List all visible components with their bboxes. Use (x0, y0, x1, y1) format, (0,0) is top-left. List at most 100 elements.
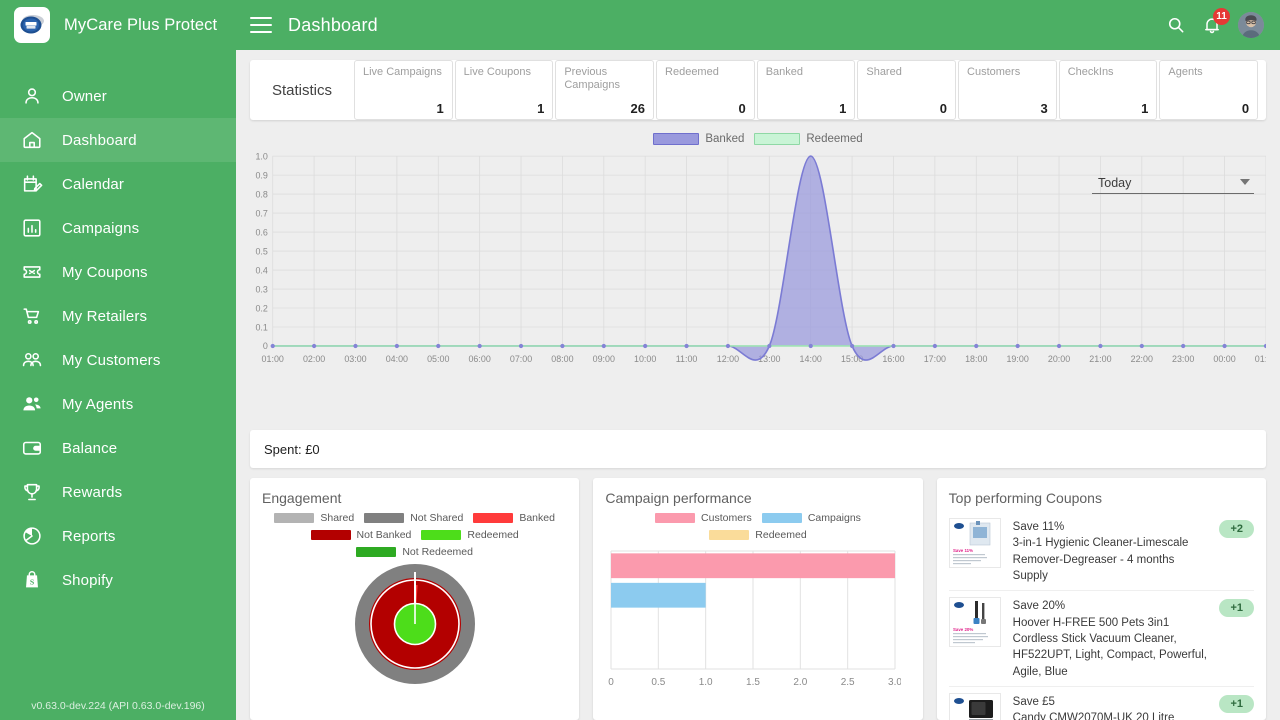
agents-icon (20, 392, 44, 416)
svg-text:14:00: 14:00 (800, 354, 822, 364)
legend-item-redeemed: Redeemed (421, 529, 519, 541)
engagement-title: Engagement (262, 490, 342, 506)
sidebar-item-rewards[interactable]: Rewards (0, 470, 236, 514)
svg-text:10:00: 10:00 (634, 354, 656, 364)
stat-name: Previous Campaigns (564, 66, 620, 92)
stat-card-live-coupons[interactable]: Live Coupons 1 (454, 60, 554, 120)
svg-text:Save 20%: Save 20% (953, 627, 973, 632)
sidebar-item-campaigns[interactable]: Campaigns (0, 206, 236, 250)
svg-text:0.9: 0.9 (255, 170, 267, 180)
stat-value: 26 (630, 101, 646, 116)
top-coupons-card: Top performing Coupons Save 11% Save 11%… (936, 478, 1266, 720)
coupon-description: 3-in-1 Hygienic Cleaner-Limescale Remove… (1012, 537, 1189, 582)
sidebar-item-my-retailers[interactable]: My Retailers (0, 294, 236, 338)
coupon-thumbnail: Save £5 (948, 692, 1001, 720)
stat-card-live-campaigns[interactable]: Live Campaigns 1 (354, 60, 453, 120)
stat-value: 0 (738, 101, 746, 116)
legend-swatch-campaigns (761, 513, 802, 523)
campaign-performance-card: Campaign performance Customers Campaigns (593, 478, 923, 720)
stat-value: 1 (1141, 101, 1149, 116)
legend-label: Customers (701, 512, 752, 524)
stat-card-banked[interactable]: Banked 1 (756, 60, 856, 120)
svg-text:19:00: 19:00 (1006, 354, 1028, 364)
svg-text:1.0: 1.0 (255, 151, 267, 161)
sidebar-item-shopify[interactable]: S Shopify (0, 558, 236, 602)
stat-card-customers[interactable]: Customers 3 (958, 60, 1057, 120)
stat-value: 1 (537, 101, 545, 116)
list-item[interactable]: Save 20% Save 20% Hoover H-FREE 500 Pets… (948, 591, 1254, 687)
date-range-value: Today (1098, 176, 1132, 190)
coupon-thumbnail: Save 20% (948, 597, 1001, 648)
people-icon (20, 348, 44, 372)
legend-swatch-redeemed (709, 530, 750, 540)
legend-label: Not Shared (410, 512, 464, 524)
stat-card-checkins[interactable]: CheckIns 1 (1058, 60, 1158, 120)
svg-text:22:00: 22:00 (1131, 354, 1153, 364)
legend-item-redeemed: Redeemed (754, 133, 863, 145)
svg-text:0.8: 0.8 (255, 189, 267, 199)
campaign-performance-title: Campaign performance (605, 490, 752, 506)
sidebar-item-label: Calendar (62, 175, 125, 193)
engagement-card: Engagement Shared Not Shared Banked Not … (250, 478, 580, 720)
svg-text:1.5: 1.5 (746, 677, 760, 688)
statistics-cards: Live Campaigns 1 Live Coupons 1 Previous… (354, 60, 1259, 120)
sidebar-item-dashboard[interactable]: Dashboard (0, 118, 236, 162)
legend-label: Not Redeemed (402, 546, 473, 558)
avatar[interactable] (1238, 12, 1264, 38)
timeline-plot: 0 0.1 0.2 0.3 0.4 0.5 0.6 0.7 0.8 0.9 1.0 01:00 02:… (250, 148, 1266, 420)
bell-icon[interactable]: 11 (1202, 8, 1230, 35)
legend-label: Redeemed (806, 133, 863, 145)
sidebar-item-my-coupons[interactable]: My Coupons (0, 250, 236, 294)
ticket-icon (20, 260, 44, 284)
sidebar-item-owner[interactable]: Owner (0, 74, 236, 118)
svg-text:18:00: 18:00 (965, 354, 987, 364)
legend-swatch-redeemed (754, 133, 801, 145)
wallet-icon (20, 436, 44, 460)
engagement-donut-svg (354, 564, 475, 684)
timeline-chart-panel: Banked Redeemed 0 0.1 0.2 0.3 0.4 0.5 0.6 0.7 0.… (250, 130, 1266, 420)
stat-card-previous-campaigns[interactable]: Previous Campaigns 26 (555, 60, 655, 120)
coupon-badge: +2 (1219, 520, 1254, 538)
brand[interactable]: MyCare Plus Protect (0, 0, 236, 50)
sidebar-item-my-customers[interactable]: My Customers (0, 338, 236, 382)
sidebar-nav: Owner Dashboard Calendar Campaigns My Co… (0, 74, 236, 602)
coupon-badge: +1 (1219, 599, 1254, 618)
campaign-performance-svg: 0 0.5 1.0 1.5 2.0 2.5 3.0 (609, 550, 903, 688)
sidebar-item-reports[interactable]: Reports (0, 514, 236, 558)
shield-cloud-logo (14, 7, 50, 43)
stat-card-agents[interactable]: Agents 0 (1159, 60, 1259, 120)
list-item[interactable]: Save £5 Save £5 Candy CMW2070M-UK 20 Lit… (948, 687, 1254, 720)
coupon-text: Save 20% Hoover H-FREE 500 Pets 3in1 Cor… (1013, 597, 1208, 680)
sidebar-item-my-agents[interactable]: My Agents (0, 382, 236, 426)
list-item[interactable]: Save 11% Save 11% 3-in-1 Hygienic Cleane… (948, 512, 1254, 592)
svg-text:0.1: 0.1 (255, 322, 267, 332)
legend-label: Banked (519, 512, 555, 524)
stat-name: Customers (967, 66, 1021, 78)
svg-text:0.4: 0.4 (255, 265, 267, 275)
search-icon[interactable] (1166, 15, 1186, 35)
svg-text:0.6: 0.6 (255, 227, 267, 237)
date-range-select[interactable]: Today (1092, 162, 1254, 194)
sidebar-item-calendar[interactable]: Calendar (0, 162, 236, 206)
legend-label: Redeemed (755, 529, 807, 541)
stat-card-redeemed[interactable]: Redeemed 0 (656, 60, 755, 120)
sidebar-item-balance[interactable]: Balance (0, 426, 236, 470)
svg-text:12:00: 12:00 (717, 354, 739, 364)
legend-swatch-banked (473, 513, 514, 523)
campaign-performance-plot: 0 0.5 1.0 1.5 2.0 2.5 3.0 (605, 547, 910, 700)
hamburger-icon[interactable] (250, 17, 272, 33)
topbar: Dashboard 11 (236, 0, 1280, 50)
stat-card-shared[interactable]: Shared 0 (857, 60, 957, 120)
coupon-save: Save £5 (1012, 695, 1055, 708)
stat-name: Agents (1168, 66, 1203, 78)
content: Statistics Live Campaigns 1 Live Coupons… (236, 50, 1280, 720)
sidebar-item-label: Campaigns (62, 219, 140, 237)
svg-text:2.0: 2.0 (794, 677, 808, 688)
stat-name: Redeemed (665, 66, 719, 78)
coupon-text: Save 11% 3-in-1 Hygienic Cleaner-Limesca… (1013, 518, 1208, 584)
stat-name: Shared (866, 66, 902, 78)
coupon-description: Hoover H-FREE 500 Pets 3in1 Cordless Sti… (1012, 616, 1207, 678)
engagement-donut (262, 562, 567, 686)
svg-text:03:00: 03:00 (344, 354, 366, 364)
legend-swatch-not-banked (310, 530, 351, 540)
